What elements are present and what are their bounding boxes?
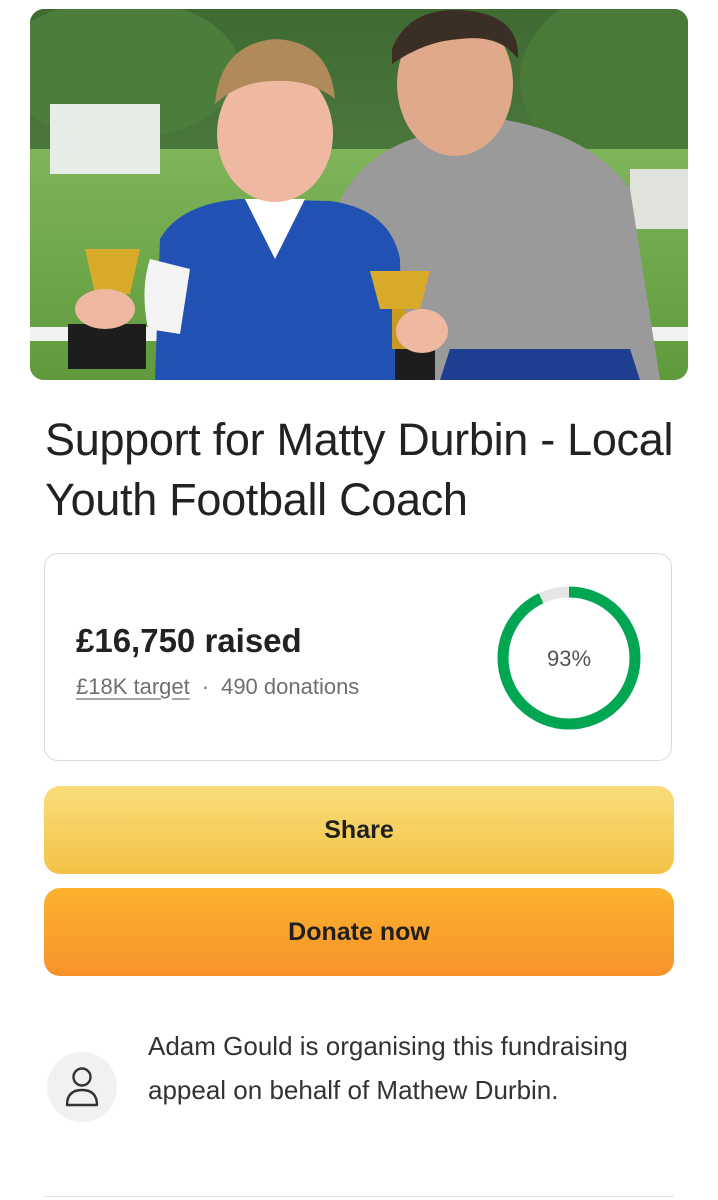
progress-percent: 93% (546, 646, 592, 671)
organiser-text: Adam Gould is organising this fundraisin… (148, 1031, 628, 1105)
hero-photo-illustration (30, 9, 688, 380)
user-icon (65, 1067, 99, 1107)
meta-separator: · (201, 674, 210, 699)
section-divider (44, 1196, 674, 1197)
fundraiser-page: Support for Matty Durbin - Local Youth F… (0, 0, 718, 1200)
progress-card: £16,750 raised £18K target · 490 donations… (44, 553, 672, 761)
organiser-avatar (47, 1052, 117, 1122)
share-button[interactable]: Share (44, 786, 674, 874)
donate-now-button[interactable]: Donate now (44, 888, 674, 976)
progress-meta: £18K target · 490 donations (76, 674, 359, 700)
hero-image[interactable] (30, 9, 688, 380)
amount-raised: £16,750 raised (76, 622, 302, 659)
donations-count: 490 donations (221, 674, 360, 699)
fundraiser-title: Support for Matty Durbin - Local Youth F… (45, 414, 674, 525)
target-link[interactable]: £18K target (76, 674, 190, 699)
